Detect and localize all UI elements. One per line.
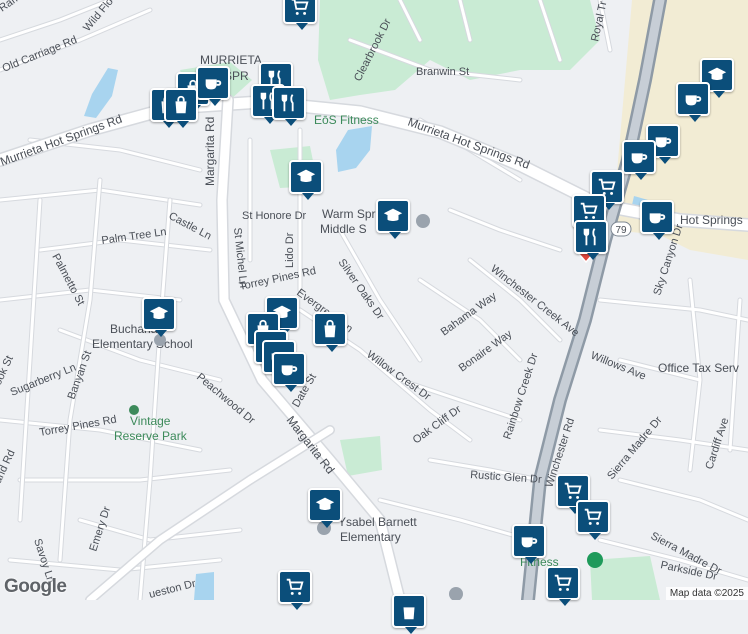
label-ysabel-1: Ysabel Barnett bbox=[338, 515, 417, 529]
label-eos-fitness: EōS Fitness bbox=[314, 113, 379, 127]
coffee-pin-5[interactable] bbox=[676, 82, 710, 122]
label-buchanan-2: Elementary School bbox=[92, 337, 193, 351]
label-warm-springs-1: Warm Spr bbox=[322, 207, 376, 221]
label-lido: Lido Dr bbox=[284, 232, 296, 268]
coffee-pin-9[interactable] bbox=[512, 524, 546, 564]
coffee-cup-icon bbox=[685, 95, 702, 106]
fitness-dot bbox=[587, 552, 603, 568]
graduation-cap-icon bbox=[149, 306, 169, 320]
water-south bbox=[194, 572, 214, 600]
restaurant-pin-3[interactable] bbox=[272, 86, 306, 126]
park-dot-vintage bbox=[129, 405, 139, 415]
fork-knife-icon bbox=[281, 94, 294, 112]
school-dot-warm-springs bbox=[416, 214, 430, 228]
label-ysabel-2: Elementary bbox=[340, 530, 401, 544]
school-pin-warm-springs[interactable] bbox=[376, 199, 410, 239]
label-warm-springs-2: Middle S bbox=[320, 222, 367, 236]
shopping-cart-icon bbox=[584, 508, 602, 525]
label-office-tax: Office Tax Serv bbox=[658, 361, 739, 375]
coffee-pin-1[interactable] bbox=[196, 66, 230, 106]
school-pin-ysabel[interactable] bbox=[308, 488, 342, 528]
shopping-bag-icon bbox=[403, 607, 415, 620]
coffee-cup-icon bbox=[521, 537, 538, 548]
coffee-pin-4[interactable] bbox=[272, 352, 306, 392]
graduation-cap-icon bbox=[315, 497, 335, 511]
fork-knife-icon bbox=[583, 228, 596, 246]
pin-bottom-edge[interactable] bbox=[392, 594, 426, 634]
graduation-cap-icon bbox=[296, 169, 316, 183]
shopping-cart-pin-bottom[interactable] bbox=[278, 570, 312, 610]
coffee-cup-icon bbox=[281, 365, 298, 376]
label-murrieta-hs-3: Hot Springs bbox=[680, 213, 743, 227]
graduation-cap-icon bbox=[383, 208, 403, 222]
shopping-cart-icon bbox=[554, 574, 572, 591]
google-logo: Google bbox=[4, 576, 67, 597]
label-branwin: Branwin St bbox=[416, 66, 469, 78]
map-canvas[interactable]: 79 Ramsho Old Carriage Rd Wild Flo Clear… bbox=[0, 0, 748, 600]
coffee-pin-7[interactable] bbox=[622, 140, 656, 180]
school-pin-lido[interactable] bbox=[289, 160, 323, 200]
shopping-cart-pin[interactable] bbox=[283, 0, 317, 30]
route-79-shield: 79 bbox=[610, 221, 632, 237]
shopping-cart-pin-6[interactable] bbox=[546, 566, 580, 606]
shopping-cart-icon bbox=[286, 578, 304, 595]
coffee-cup-icon bbox=[205, 79, 222, 90]
coffee-pin-8[interactable] bbox=[640, 200, 674, 240]
label-margarita-1: Margarita Rd bbox=[203, 117, 217, 186]
label-st-honore: St Honore Dr bbox=[242, 210, 307, 222]
school-pin-buchanan[interactable] bbox=[142, 297, 176, 337]
shopping-bag-icon bbox=[175, 95, 187, 114]
shopping-bag-icon bbox=[324, 319, 336, 338]
shopping-cart-icon bbox=[291, 0, 309, 15]
map-attribution[interactable]: Map data ©2025 bbox=[665, 587, 748, 600]
label-vintage-1: Vintage bbox=[130, 414, 171, 428]
graduation-cap-icon bbox=[707, 67, 727, 81]
shopping-cart-icon bbox=[580, 202, 598, 219]
shopping-bag-pin-5[interactable] bbox=[313, 312, 347, 352]
shopping-cart-icon bbox=[564, 482, 582, 499]
shopping-bag-pin-3[interactable] bbox=[164, 88, 198, 128]
label-vintage-2: Reserve Park bbox=[114, 429, 188, 443]
restaurant-pin-4[interactable] bbox=[574, 220, 608, 260]
label-murrieta-springs-1: MURRIETA bbox=[200, 53, 262, 67]
svg-text:79: 79 bbox=[615, 225, 627, 236]
coffee-cup-icon bbox=[649, 213, 666, 224]
shopping-cart-pin-5[interactable] bbox=[576, 500, 610, 540]
coffee-cup-icon bbox=[631, 153, 648, 164]
